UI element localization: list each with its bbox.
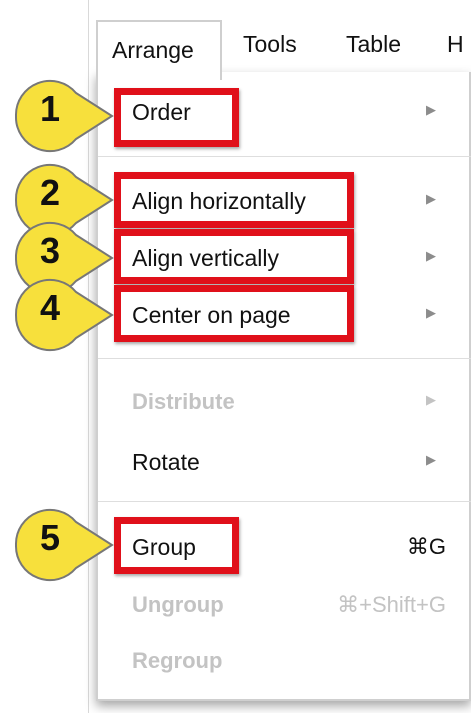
menu-item-label: Align vertically	[132, 245, 279, 271]
submenu-arrow-icon: ▶	[426, 102, 436, 117]
callout-1: 1	[4, 78, 114, 154]
menu-item-label: Align horizontally	[132, 188, 306, 214]
menu-item-rotate[interactable]: Rotate ▶	[98, 437, 471, 485]
shortcut-label: ⌘+Shift+G	[337, 592, 446, 617]
callout-4: 4	[4, 277, 114, 353]
menubar-tools[interactable]: Tools	[243, 28, 297, 74]
menu-item-align-vertically[interactable]: Align vertically ▶	[98, 233, 471, 281]
callout-number: 4	[39, 287, 61, 328]
menubar-table[interactable]: Table	[346, 28, 401, 74]
menu-divider	[98, 501, 471, 502]
menu-item-label: Rotate	[132, 449, 200, 475]
menu-item-label: Regroup	[132, 648, 223, 673]
menu-item-distribute: Distribute ▶	[98, 377, 471, 425]
menu-divider	[98, 358, 471, 359]
menu-item-label: Ungroup	[132, 592, 224, 617]
menu-item-label: Order	[132, 99, 191, 125]
menu-item-regroup: Regroup	[98, 636, 471, 684]
callout-number: 5	[39, 517, 61, 558]
menu-item-group[interactable]: Group ⌘G	[98, 522, 471, 570]
menu-item-ungroup: Ungroup ⌘+Shift+G	[98, 580, 471, 628]
shortcut-label: ⌘G	[406, 534, 446, 559]
submenu-arrow-icon: ▶	[426, 305, 436, 320]
menu-item-label: Group	[132, 534, 196, 560]
menu-item-align-horizontally[interactable]: Align horizontally ▶	[98, 176, 471, 224]
callout-number: 3	[39, 230, 61, 271]
menu-item-order[interactable]: Order ▶	[98, 87, 471, 135]
menu-item-center-on-page[interactable]: Center on page ▶	[98, 290, 471, 338]
menubar: Arrange Tools Table H	[88, 14, 471, 80]
submenu-arrow-icon: ▶	[426, 191, 436, 206]
submenu-arrow-icon: ▶	[426, 452, 436, 467]
submenu-arrow-icon: ▶	[426, 392, 436, 407]
menu-divider	[98, 156, 471, 157]
callout-number: 2	[39, 172, 61, 213]
menubar-arrange[interactable]: Arrange	[96, 20, 222, 80]
callout-5: 5	[4, 507, 114, 583]
arrange-menu: Order ▶ Align horizontally ▶ Align verti…	[96, 72, 471, 701]
menu-item-label: Center on page	[132, 302, 291, 328]
callout-number: 1	[39, 88, 61, 129]
submenu-arrow-icon: ▶	[426, 248, 436, 263]
menubar-help[interactable]: H	[447, 28, 464, 74]
menu-item-label: Distribute	[132, 389, 235, 414]
